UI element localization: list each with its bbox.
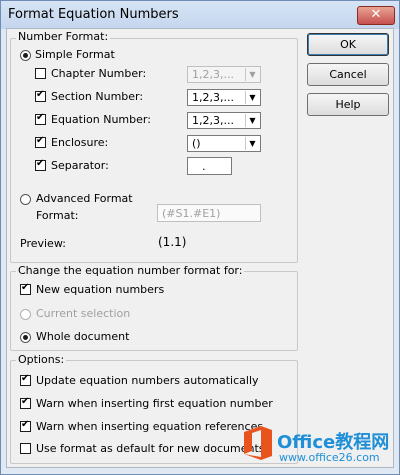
section-number-combo[interactable]: 1,2,3,... ▼ — [187, 89, 261, 106]
chevron-down-icon[interactable]: ▼ — [245, 114, 259, 127]
warn-first-checkbox[interactable] — [20, 396, 31, 409]
section-number-label: Section Number: — [51, 90, 144, 103]
use-default-label[interactable]: Use format as default for new documents — [36, 442, 265, 455]
close-button[interactable]: ✕ — [357, 6, 395, 25]
current-selection-radio — [20, 309, 31, 320]
chevron-down-icon[interactable]: ▼ — [245, 137, 259, 150]
whole-document-label[interactable]: Whole document — [36, 330, 129, 343]
options-legend: Options: — [16, 353, 67, 366]
chapter-number-label: Chapter Number: — [51, 67, 147, 80]
cancel-button[interactable]: Cancel — [307, 63, 389, 86]
section-number-value: 1,2,3,... — [192, 91, 234, 104]
preview-value: (1.1) — [158, 235, 187, 249]
update-auto-checkbox[interactable] — [20, 373, 31, 386]
separator-value: . — [202, 160, 206, 173]
separator-label: Separator: — [51, 159, 109, 172]
warn-refs-checkbox[interactable] — [20, 419, 31, 432]
separator-checkbox[interactable] — [35, 158, 46, 171]
advanced-format-label[interactable]: Advanced Format — [36, 192, 133, 205]
equation-number-label: Equation Number: — [51, 113, 151, 126]
chevron-down-icon: ▼ — [245, 68, 259, 81]
simple-format-label[interactable]: Simple Format — [35, 48, 115, 61]
close-icon: ✕ — [370, 7, 382, 22]
update-auto-label[interactable]: Update equation numbers automatically — [36, 374, 259, 387]
chapter-number-value: 1,2,3,... — [192, 68, 234, 81]
enclosure-value: () — [192, 137, 201, 150]
use-default-checkbox[interactable] — [20, 443, 31, 454]
number-format-legend: Number Format: — [16, 30, 111, 43]
separator-input[interactable]: . — [187, 157, 232, 175]
ok-button[interactable]: OK — [307, 33, 389, 56]
simple-format-radio[interactable] — [20, 50, 31, 61]
change-format-legend: Change the equation number format for: — [16, 264, 245, 277]
format-label: Format: — [36, 209, 79, 222]
title-bar[interactable]: Format Equation Numbers ✕ — [1, 1, 399, 29]
advanced-format-value: (#S1.#E1) — [162, 207, 221, 220]
help-button[interactable]: Help — [307, 93, 389, 116]
warn-refs-label[interactable]: Warn when inserting equation references — [36, 420, 263, 433]
dialog-title: Format Equation Numbers — [8, 7, 179, 22]
enclosure-label: Enclosure: — [51, 136, 109, 149]
chapter-number-combo: 1,2,3,... ▼ — [187, 66, 261, 83]
equation-number-combo[interactable]: 1,2,3,... ▼ — [187, 112, 261, 129]
chevron-down-icon[interactable]: ▼ — [245, 91, 259, 104]
warn-first-label[interactable]: Warn when inserting first equation numbe… — [36, 397, 273, 410]
equation-number-value: 1,2,3,... — [192, 114, 234, 127]
advanced-format-input: (#S1.#E1) — [157, 204, 261, 222]
section-number-checkbox[interactable] — [35, 89, 46, 102]
advanced-format-radio[interactable] — [20, 194, 31, 205]
watermark-url: www.office26.com — [279, 451, 380, 464]
chapter-number-checkbox[interactable] — [35, 68, 46, 79]
whole-document-radio[interactable] — [20, 332, 31, 343]
enclosure-combo[interactable]: () ▼ — [187, 135, 261, 152]
new-equations-checkbox[interactable] — [20, 282, 31, 295]
office-logo-icon — [244, 426, 272, 460]
preview-label: Preview: — [20, 237, 66, 250]
new-equations-label[interactable]: New equation numbers — [36, 283, 164, 296]
equation-number-checkbox[interactable] — [35, 112, 46, 125]
enclosure-checkbox[interactable] — [35, 135, 46, 148]
current-selection-label: Current selection — [36, 307, 131, 320]
